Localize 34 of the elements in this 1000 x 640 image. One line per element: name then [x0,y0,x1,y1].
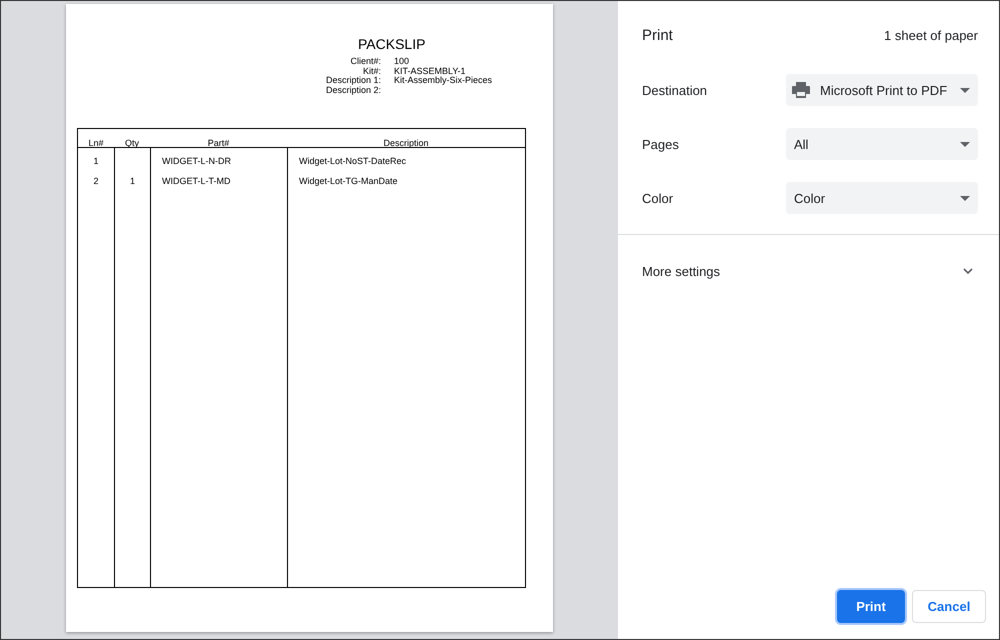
field-value: 100 [394,57,410,67]
chevron-icon [963,268,973,274]
caret-icon [960,142,970,146]
field-label: Client#: [349,57,381,67]
field-value: Kit-Assembly-Six-Pieces [394,76,494,86]
table-cell-text: 1 [128,176,136,187]
column-header: Description [382,138,430,148]
panel-title: Print [642,26,673,44]
field-label: Description 1: [324,76,381,86]
setting-label: Color [642,190,674,206]
field-value: KIT-ASSEMBLY-1 [394,66,467,76]
column-header: Part# [206,138,230,148]
caret-icon [960,88,970,92]
setting-label: Destination [642,82,708,98]
sheet-count: 1 sheet of paper [884,28,978,42]
column-header: Ln# [87,138,105,148]
cancel-button[interactable]: Cancel [912,590,986,623]
setting-dropdown[interactable]: All [786,128,978,160]
more-settings-toggle[interactable]: More settings [618,263,999,279]
table-cell-text: 1 [92,156,100,167]
table-cell-text: WIDGET-L-T-MD [161,176,232,187]
table-cell-text: 2 [92,176,100,187]
setting-dropdown[interactable]: Color [786,182,978,214]
printer-icon [792,82,810,98]
table-cell-text: Widget-Lot-NoST-DateRec [298,156,408,167]
table-cell-text: WIDGET-L-N-DR [161,156,232,167]
field-label: Description 2: [324,86,381,96]
setting-dropdown[interactable]: Microsoft Print to PDF [786,74,978,106]
document-title: PACKSLIP [358,36,426,52]
print-button[interactable]: Print [837,590,905,623]
table-cell-text: Widget-Lot-TG-ManDate [298,176,399,187]
setting-label: Pages [642,136,679,152]
field-label: Kit#: [362,66,381,76]
caret-icon [960,196,970,200]
